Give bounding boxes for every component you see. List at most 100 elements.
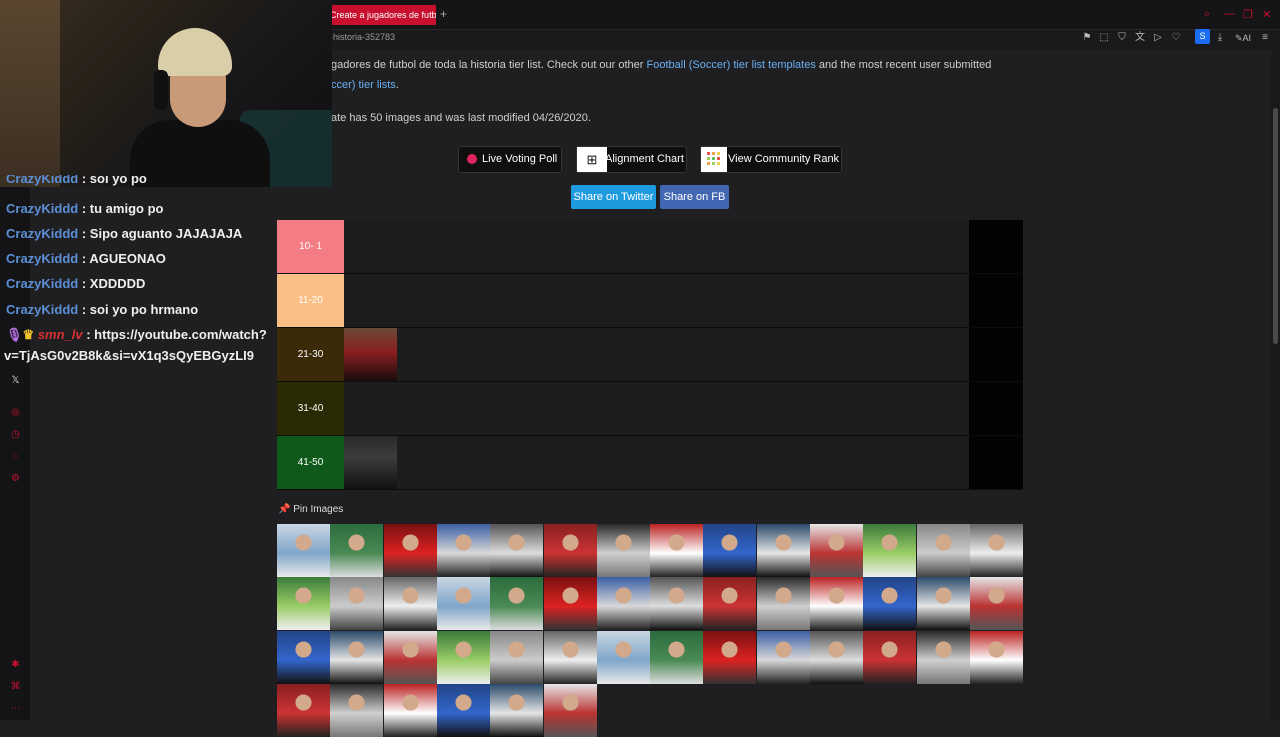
headset: [154, 70, 168, 110]
tier-label[interactable]: 31-40: [277, 382, 344, 435]
player-image[interactable]: [969, 577, 1023, 631]
alignment-chart-button[interactable]: ⊞ Alignment Chart: [576, 146, 687, 173]
player-image[interactable]: [810, 524, 863, 577]
tier-controls[interactable]: [969, 274, 1023, 327]
player-image[interactable]: [436, 630, 490, 684]
player-image[interactable]: [863, 577, 917, 631]
player-image[interactable]: [330, 683, 384, 737]
player-image[interactable]: [596, 630, 650, 684]
close-icon[interactable]: ✕: [1262, 8, 1271, 21]
extension-badge[interactable]: S: [1195, 29, 1210, 44]
player-image[interactable]: [650, 630, 704, 684]
football-templates-link[interactable]: Football (Soccer) tier list templates: [647, 59, 816, 71]
tier-controls[interactable]: [969, 220, 1023, 273]
player-image[interactable]: [330, 577, 384, 631]
tier-label[interactable]: 21-30: [277, 328, 344, 381]
x-icon[interactable]: 𝕏: [9, 374, 22, 387]
player-image[interactable]: [863, 630, 917, 684]
screenshot-icon[interactable]: ⬚: [1097, 31, 1111, 45]
more-icon[interactable]: ⋯: [9, 702, 22, 715]
chat-icon[interactable]: ◌: [9, 450, 22, 463]
player-image[interactable]: [810, 577, 863, 631]
share-fb-button[interactable]: Share on FB: [660, 185, 729, 209]
player-image[interactable]: [756, 577, 810, 631]
bookmark-icon[interactable]: ⚑: [1080, 31, 1094, 45]
player-image[interactable]: [863, 524, 917, 577]
player-image[interactable]: [436, 577, 490, 631]
player-image[interactable]: [436, 524, 490, 577]
player-image[interactable]: [703, 524, 757, 577]
tools-icon[interactable]: ⌘: [9, 680, 22, 693]
player-image[interactable]: [650, 577, 704, 631]
tier-drop-zone[interactable]: [344, 220, 969, 273]
download-icon[interactable]: ⤓: [1213, 31, 1227, 45]
live-voting-poll-button[interactable]: Live Voting Poll: [458, 146, 562, 173]
tier-controls[interactable]: [969, 382, 1023, 435]
heart-icon[interactable]: ♡: [1169, 31, 1183, 45]
player-image[interactable]: [436, 683, 490, 737]
player-image[interactable]: [383, 683, 437, 737]
new-tab-icon[interactable]: +: [440, 7, 447, 21]
community-rank-button[interactable]: View Community Rank: [700, 146, 842, 173]
player-image[interactable]: [916, 524, 970, 577]
player-image[interactable]: [916, 577, 970, 631]
player-image[interactable]: [490, 577, 544, 631]
tier-controls[interactable]: [969, 436, 1023, 489]
player-image[interactable]: [969, 630, 1023, 684]
tier-label[interactable]: 10- 1: [277, 220, 344, 273]
scrollbar-thumb[interactable]: [1273, 108, 1278, 344]
play-icon[interactable]: ▷: [1151, 31, 1165, 45]
player-image[interactable]: [383, 524, 437, 577]
share-twitter-button[interactable]: Share on Twitter: [571, 185, 656, 209]
player-image[interactable]: [277, 577, 330, 631]
shield-icon[interactable]: ⛉: [1115, 31, 1129, 45]
history-icon[interactable]: ◷: [9, 428, 22, 441]
search-icon[interactable]: ⌕: [1204, 8, 1210, 21]
translate-icon[interactable]: 文: [1133, 31, 1147, 45]
address-text[interactable]: -historia-352783: [330, 32, 395, 42]
minimize-icon[interactable]: —: [1224, 8, 1235, 20]
ai-button[interactable]: ✎AI: [1232, 31, 1254, 45]
restore-icon[interactable]: ❐: [1243, 8, 1253, 21]
player-image[interactable]: [756, 524, 810, 577]
player-image[interactable]: [383, 577, 437, 631]
player-image[interactable]: [344, 436, 397, 489]
player-image[interactable]: [277, 524, 330, 577]
player-image[interactable]: [916, 630, 970, 684]
player-image[interactable]: [810, 630, 863, 684]
user-tier-lists-link[interactable]: ccer) tier lists: [331, 79, 396, 91]
player-image[interactable]: [596, 577, 650, 631]
tier-drop-zone[interactable]: [344, 382, 969, 435]
player-image[interactable]: [703, 630, 757, 684]
tier-drop-zone[interactable]: [344, 328, 969, 381]
player-image[interactable]: [490, 630, 544, 684]
player-image[interactable]: [756, 630, 810, 684]
player-image[interactable]: [703, 577, 757, 631]
pin-images-toggle[interactable]: 📌 Pin Images: [278, 504, 343, 515]
tier-drop-zone[interactable]: [344, 436, 969, 489]
extension-icon[interactable]: ✱: [9, 658, 22, 671]
player-image[interactable]: [277, 683, 330, 737]
player-image[interactable]: [543, 577, 597, 631]
target-icon[interactable]: ◎: [9, 406, 22, 419]
player-image[interactable]: [383, 630, 437, 684]
player-image[interactable]: [344, 328, 397, 381]
player-image[interactable]: [277, 630, 330, 684]
player-image[interactable]: [330, 524, 384, 577]
settings-icon[interactable]: ⚙: [9, 472, 22, 485]
player-image[interactable]: [330, 630, 384, 684]
player-image[interactable]: [543, 683, 597, 737]
player-image[interactable]: [543, 630, 597, 684]
browser-tab[interactable]: Create a jugadores de futb: [330, 5, 436, 25]
player-image[interactable]: [596, 524, 650, 577]
player-image[interactable]: [490, 683, 544, 737]
player-image[interactable]: [650, 524, 704, 577]
tier-label[interactable]: 41-50: [277, 436, 344, 489]
menu-icon[interactable]: ≡: [1258, 31, 1272, 45]
tier-label[interactable]: 11-20: [277, 274, 344, 327]
tier-controls[interactable]: [969, 328, 1023, 381]
player-image[interactable]: [490, 524, 544, 577]
player-image[interactable]: [969, 524, 1023, 577]
tier-drop-zone[interactable]: [344, 274, 969, 327]
player-image[interactable]: [543, 524, 597, 577]
